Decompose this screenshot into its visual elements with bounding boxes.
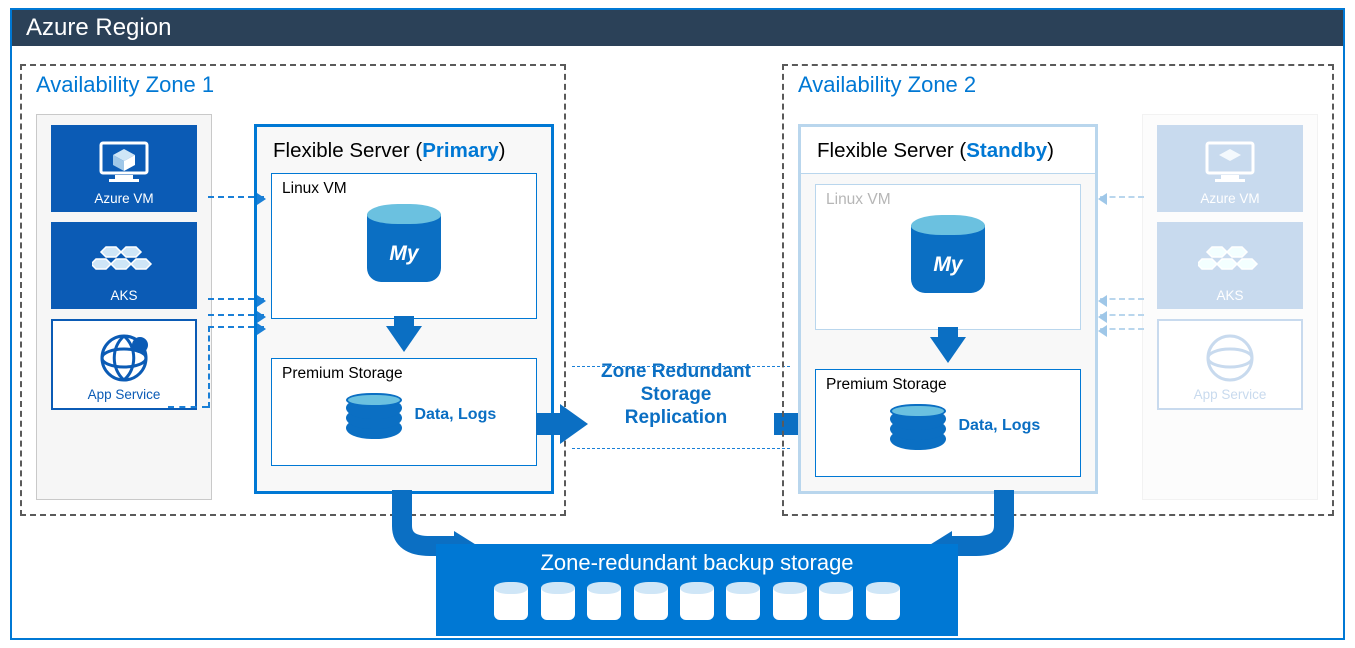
premium-storage-box-standby: Premium Storage Data, Logs xyxy=(815,369,1081,477)
linux-vm-label-standby: Linux VM xyxy=(826,191,1070,209)
storage-disks-icon-standby xyxy=(890,402,946,458)
azure-vm-tile: Azure VM xyxy=(51,125,197,212)
premium-storage-box-primary: Premium Storage Data, Logs xyxy=(271,358,537,466)
backup-disk-icon xyxy=(634,582,668,620)
flex2-title-suffix: ) xyxy=(1047,139,1054,162)
data-logs-label-standby: Data, Logs xyxy=(958,417,1040,435)
mysql-text-standby: My xyxy=(911,253,985,277)
repl-dash-bottom xyxy=(572,448,790,449)
backup-disk-icon xyxy=(587,582,621,620)
azure-vm-label-faded: Azure VM xyxy=(1157,191,1303,206)
backup-disk-icon xyxy=(726,582,760,620)
availability-zone-1: Availability Zone 1 Azure VM AKS App Ser… xyxy=(20,64,566,516)
aks-label-faded: AKS xyxy=(1157,288,1303,303)
vm-icon xyxy=(51,125,197,191)
app-service-icon xyxy=(53,321,195,387)
backup-disk-icon xyxy=(494,582,528,620)
app-service-label: App Service xyxy=(53,387,195,402)
aks-tile: AKS xyxy=(51,222,197,309)
flexible-server-primary: Flexible Server (Primary) Linux VM My Pr… xyxy=(254,124,554,494)
arrow-app-to-server-h xyxy=(168,406,208,408)
clients-column-az2: Azure VM AKS App Service xyxy=(1142,114,1318,500)
app-service-tile: App Service xyxy=(51,319,197,410)
flex-primary-title: Flexible Server (Primary) xyxy=(257,127,551,173)
clients-column-az1: Azure VM AKS App Service xyxy=(36,114,212,500)
backup-disk-icon xyxy=(866,582,900,620)
replication-label: Zone Redundant Storage Replication xyxy=(588,360,764,430)
arrow-app-to-server-end xyxy=(208,326,264,328)
az2-title: Availability Zone 2 xyxy=(784,66,1332,104)
backup-disk-icon xyxy=(680,582,714,620)
arrow-faded-2 xyxy=(1100,298,1144,300)
mysql-text: My xyxy=(367,242,441,266)
aks-icon xyxy=(51,222,197,288)
arrow-aks-to-server-1 xyxy=(208,298,264,300)
arrow-vm-to-storage-standby xyxy=(930,337,966,363)
storage-disks-icon xyxy=(346,391,402,447)
arrow-faded-1 xyxy=(1100,196,1144,198)
premium-storage-label-standby: Premium Storage xyxy=(826,376,1070,394)
backup-title: Zone-redundant backup storage xyxy=(436,550,958,576)
mysql-icon: My xyxy=(367,204,441,282)
backup-disk-icon xyxy=(819,582,853,620)
standby-label: Standby xyxy=(966,139,1047,162)
flexible-server-standby: Flexible Server (Standby) Linux VM My Pr… xyxy=(798,124,1098,494)
zone-redundant-backup-storage: Zone-redundant backup storage xyxy=(436,544,958,636)
repl-dash-top xyxy=(572,366,790,367)
primary-label: Primary xyxy=(422,139,498,162)
arrow-app-to-server-v xyxy=(208,326,210,408)
linux-vm-label: Linux VM xyxy=(282,180,526,198)
premium-storage-label: Premium Storage xyxy=(282,365,526,383)
arrow-aks-to-server-2 xyxy=(208,314,264,316)
flex2-title-prefix: Flexible Server ( xyxy=(817,139,966,162)
arrow-faded-3 xyxy=(1100,314,1144,316)
app-service-label-faded: App Service xyxy=(1159,387,1301,402)
flex-standby-title: Flexible Server (Standby) xyxy=(801,127,1095,174)
linux-vm-box-standby: Linux VM My xyxy=(815,184,1081,330)
flex-title-prefix: Flexible Server ( xyxy=(273,139,422,162)
linux-vm-box-primary: Linux VM My xyxy=(271,173,537,319)
app-service-icon-faded xyxy=(1159,321,1301,387)
backup-disk-icon xyxy=(773,582,807,620)
azure-vm-label: Azure VM xyxy=(51,191,197,206)
azure-region-box: Azure Region Availability Zone 1 Azure V… xyxy=(10,8,1345,640)
azure-vm-tile-faded: Azure VM xyxy=(1157,125,1303,212)
arrow-replication-out xyxy=(560,404,588,444)
region-title: Azure Region xyxy=(12,10,1343,46)
backup-disk-icon xyxy=(541,582,575,620)
flex-title-suffix: ) xyxy=(499,139,506,162)
az1-title: Availability Zone 1 xyxy=(22,66,564,104)
backup-disks-row xyxy=(436,576,958,625)
aks-icon-faded xyxy=(1157,222,1303,288)
data-logs-label: Data, Logs xyxy=(414,406,496,424)
app-service-tile-faded: App Service xyxy=(1157,319,1303,410)
mysql-icon-standby: My xyxy=(911,215,985,293)
arrow-faded-4 xyxy=(1100,328,1144,330)
availability-zone-2: Availability Zone 2 Flexible Server (Sta… xyxy=(782,64,1334,516)
aks-tile-faded: AKS xyxy=(1157,222,1303,309)
vm-icon-faded xyxy=(1157,125,1303,191)
aks-label: AKS xyxy=(51,288,197,303)
arrow-vm-to-server xyxy=(208,196,264,198)
arrow-vm-to-storage xyxy=(386,326,422,352)
